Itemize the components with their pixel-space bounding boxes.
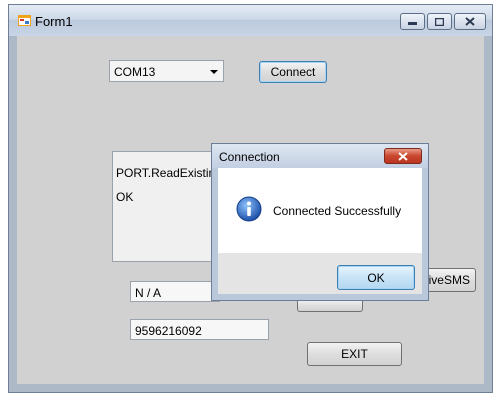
connect-button-label: Connect [270, 65, 316, 79]
close-button[interactable] [454, 13, 486, 30]
status-field[interactable]: N / A [130, 281, 220, 302]
exit-button[interactable]: EXIT [307, 342, 402, 366]
dialog-title: Connection [219, 150, 280, 164]
close-icon [465, 17, 475, 26]
status-field-value: N / A [135, 286, 162, 300]
caption-buttons [400, 13, 486, 30]
ok-button[interactable]: OK [337, 265, 415, 290]
ok-button-label: OK [367, 270, 385, 285]
maximize-icon [435, 17, 444, 26]
port-combobox[interactable]: COM13 [109, 60, 224, 82]
maximize-button[interactable] [427, 13, 452, 30]
minimize-icon [408, 22, 417, 25]
title-bar[interactable]: Form1 [9, 5, 492, 36]
close-icon [398, 151, 408, 161]
dialog-message: Connected Successfully [273, 204, 402, 218]
phone-number-field[interactable]: 9596216092 [130, 319, 269, 340]
send-sms-button[interactable] [297, 300, 363, 312]
dialog-close-button[interactable] [384, 148, 422, 164]
receive-sms-button-label: eiveSMS [421, 273, 470, 287]
info-icon [236, 196, 262, 222]
phone-number-value: 9596216092 [135, 324, 202, 338]
window-title: Form1 [35, 14, 73, 29]
output-textbox[interactable]: PORT.ReadExisting R OK [112, 151, 213, 262]
minimize-button[interactable] [400, 13, 425, 30]
form-app-icon [18, 15, 31, 26]
output-line: OK [116, 190, 134, 204]
output-line: PORT.ReadExisting R [116, 166, 213, 180]
chevron-down-icon [210, 70, 218, 74]
exit-button-label: EXIT [341, 347, 368, 361]
port-combobox-value: COM13 [114, 65, 156, 79]
connect-button[interactable]: Connect [259, 61, 327, 83]
dialog-title-bar[interactable]: Connection [212, 144, 428, 168]
